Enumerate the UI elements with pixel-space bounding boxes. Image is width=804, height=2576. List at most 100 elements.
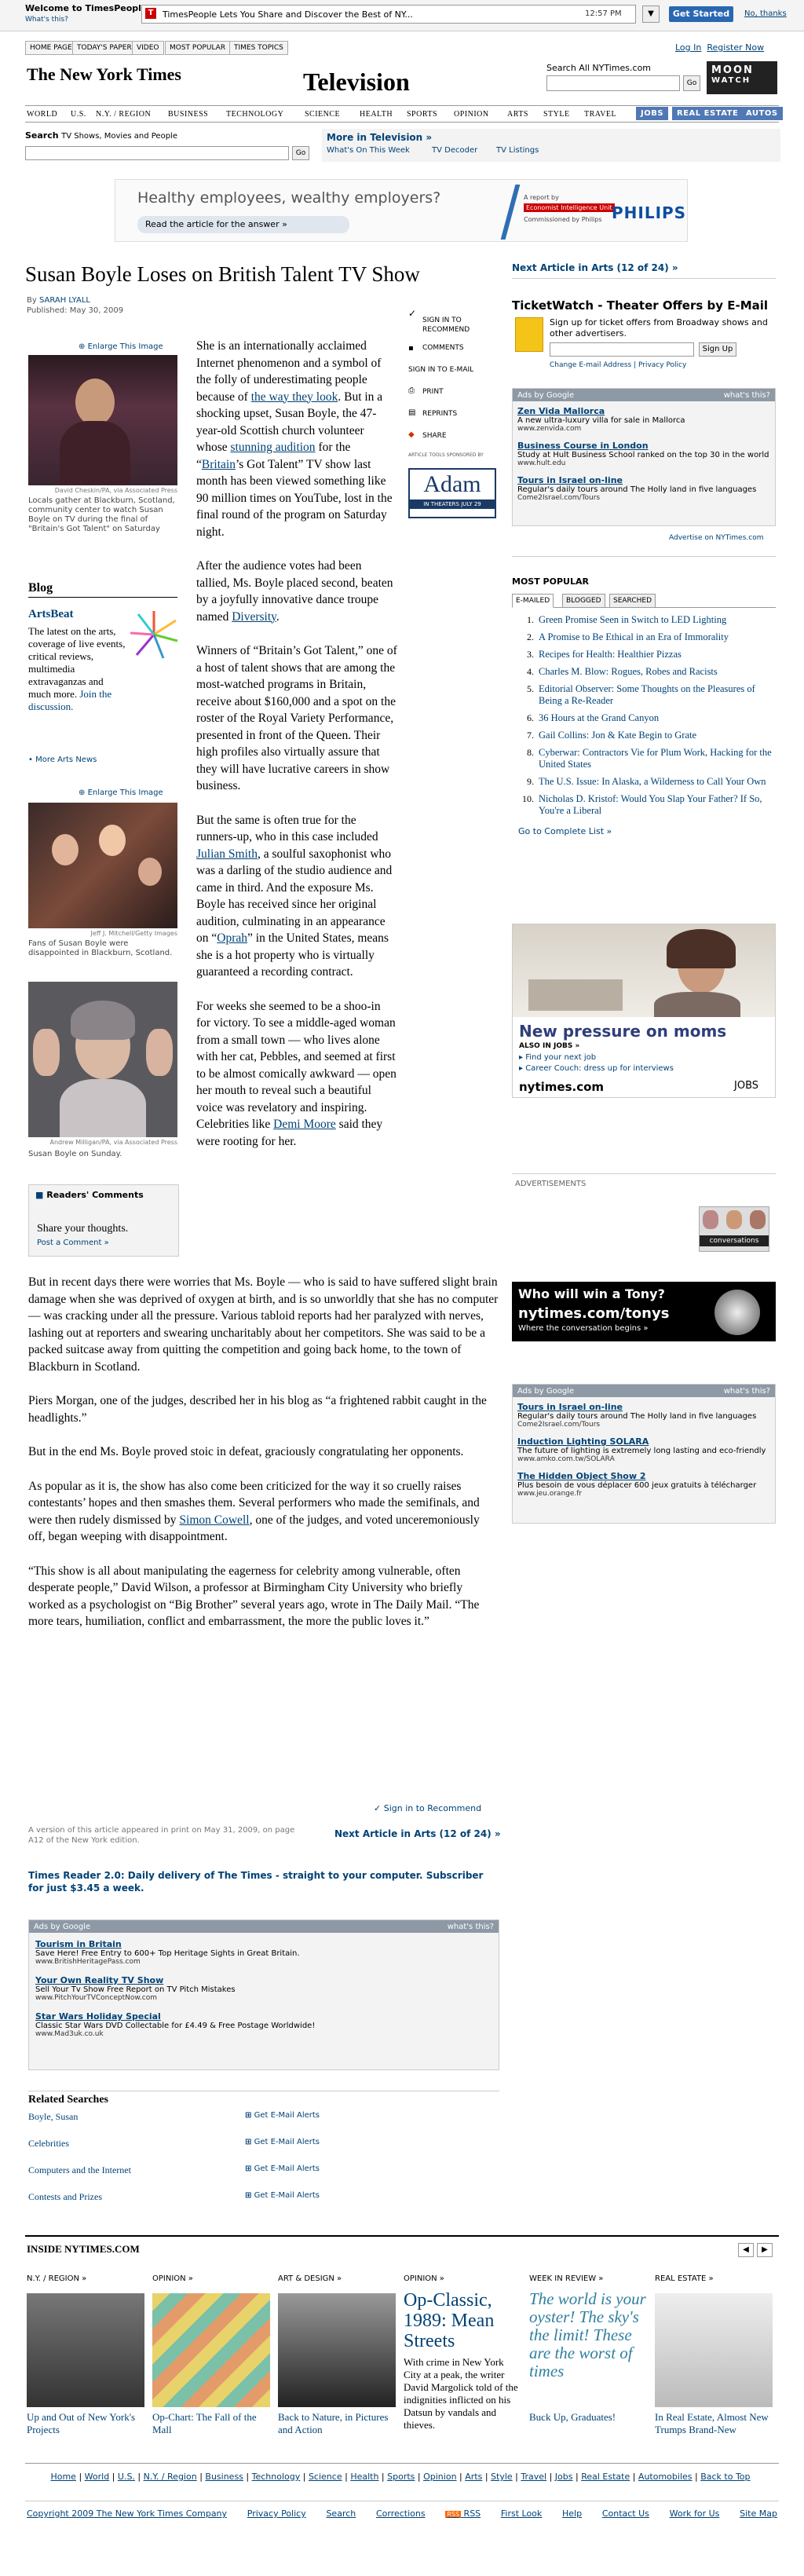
right-ad-1[interactable]: Zen Vida Mallorca A new ultra-luxury vill… (517, 406, 770, 433)
bottom-ad-2[interactable]: Your Own Reality TV Show Sell Your Tv Sho… (35, 1975, 492, 2002)
whats-this-link[interactable]: what's this? (724, 1387, 770, 1396)
inside-image-3[interactable] (278, 2293, 396, 2407)
related-item-1[interactable]: Boyle, Susan (28, 2111, 245, 2123)
footer-science[interactable]: Science (309, 2472, 342, 2482)
right-ad2-2-title[interactable]: Induction Lighting SOLARA (517, 1436, 770, 1447)
tab-home-page[interactable]: HOME PAGE (25, 41, 77, 55)
footer-travel[interactable]: Travel (521, 2472, 546, 2482)
mp-link-8[interactable]: Cyberwar: Contractors Vie for Plum Work,… (539, 747, 774, 770)
footer-world[interactable]: World (85, 2472, 110, 2482)
complete-list-link[interactable]: Go to Complete List » (512, 826, 776, 836)
nyt-logo[interactable]: The New York Times (27, 64, 181, 85)
footer-health[interactable]: Health (350, 2472, 378, 2482)
tool-comments[interactable]: COMMENTS (422, 344, 464, 352)
footer-ny-region[interactable]: N.Y. / Region (144, 2472, 197, 2482)
mp-link-4[interactable]: Charles M. Blow: Rogues, Robes and Racis… (539, 666, 774, 678)
mp-link-7[interactable]: Gail Collins: Jon & Kate Begin to Grate (539, 730, 774, 741)
advertise-link[interactable]: Advertise on NYTimes.com (669, 534, 764, 542)
right-ad-1-title[interactable]: Zen Vida Mallorca (517, 406, 770, 416)
footer-technology[interactable]: Technology (252, 2472, 301, 2482)
tv-listings[interactable]: TV Listings (496, 146, 539, 155)
inside-head-3[interactable]: Back to Nature, in Pictures and Action (278, 2411, 396, 2436)
no-thanks-link[interactable]: No, thanks (744, 9, 787, 18)
tony-ad[interactable]: Who will win a Tony? nytimes.com/tonys W… (512, 1282, 776, 1341)
footer-arts[interactable]: Arts (465, 2472, 482, 2482)
link-demi-moore[interactable]: Demi Moore (273, 1118, 336, 1131)
tool-share[interactable]: SHARE (422, 432, 447, 440)
bottom-ad-3-title[interactable]: Star Wars Holiday Special (35, 2011, 492, 2022)
footer-copyright[interactable]: Copyright 2009 The New York Times Compan… (27, 2508, 227, 2519)
ticketwatch-email-input[interactable] (550, 342, 694, 357)
bottom-ad-1-title[interactable]: Tourism in Britain (35, 1939, 492, 1949)
footer-automobiles[interactable]: Automobiles (638, 2472, 693, 2482)
nav-jobs[interactable]: JOBS (636, 107, 669, 120)
inside-sec-3[interactable]: ART & DESIGN » (278, 2274, 342, 2283)
right-ad-2[interactable]: Business Course in London Study at Hult B… (517, 441, 770, 467)
mp-link-10[interactable]: Nicholas D. Kristof: Would You Slap Your… (539, 793, 774, 817)
nav-world[interactable]: WORLD (27, 110, 57, 119)
bottom-ad-2-title[interactable]: Your Own Reality TV Show (35, 1975, 492, 1985)
footer-search[interactable]: Search (326, 2508, 356, 2519)
nav-ny-region[interactable]: N.Y. / REGION (96, 110, 151, 119)
search-go-button[interactable]: Go (683, 75, 700, 91)
link-simon-cowell[interactable]: Simon Cowell (179, 1513, 249, 1527)
tool-sign-in-recommend[interactable]: SIGN IN TO RECOMMEND (422, 316, 493, 335)
footer-contact[interactable]: Contact Us (602, 2508, 649, 2519)
ticketwatch-signup-button[interactable]: Sign Up (699, 342, 736, 357)
right-ad-3[interactable]: Tours in Israel on-line Regular's daily t… (517, 475, 770, 502)
times-reader-link[interactable]: Times Reader 2.0: Daily delivery of The … (28, 1869, 499, 1894)
nav-science[interactable]: SCIENCE (305, 110, 340, 119)
adam-ad[interactable]: Adam IN THEATERS JULY 29 (408, 468, 496, 518)
jobs-ad[interactable]: New pressure on moms ALSO IN JOBS » ▸ Fi… (512, 924, 776, 1098)
inside-sec-6[interactable]: REAL ESTATE » (655, 2274, 714, 2283)
right-ad2-3[interactable]: The Hidden Object Show 2 Plus besoin de v… (517, 1471, 770, 1498)
link-stunning-audition[interactable]: stunning audition (230, 441, 315, 454)
tool-sign-in-email[interactable]: SIGN IN TO E-MAIL (408, 366, 473, 374)
inside-head-5[interactable]: Buck Up, Graduates! (529, 2411, 647, 2424)
more-in-television-link[interactable]: More in Television » (327, 132, 432, 143)
login-link[interactable]: Log In (675, 42, 701, 53)
enlarge-image-link-1[interactable]: ⊕ Enlarge This Image (79, 342, 163, 351)
bottom-ad-1[interactable]: Tourism in Britain Save Here! Free Entry … (35, 1939, 492, 1966)
footer-work-for-us[interactable]: Work for Us (670, 2508, 720, 2519)
chevron-down-icon[interactable]: ▼ (642, 5, 660, 23)
footer-jobs[interactable]: Jobs (555, 2472, 573, 2482)
footer-us[interactable]: U.S. (118, 2472, 135, 2482)
nav-sports[interactable]: SPORTS (407, 110, 437, 119)
nav-us[interactable]: U.S. (71, 110, 86, 119)
right-next-article-link[interactable]: Next Article in Arts (12 of 24) » (512, 262, 678, 273)
nav-autos[interactable]: AUTOS (741, 107, 783, 120)
inside-head-6[interactable]: In Real Estate, Almost New Trumps Brand-… (655, 2411, 773, 2436)
link-diversity[interactable]: Diversity (232, 610, 276, 624)
nav-technology[interactable]: TECHNOLOGY (226, 110, 283, 119)
tab-most-popular[interactable]: MOST POPULAR (165, 41, 231, 55)
tool-reprints[interactable]: REPRINTS (422, 410, 457, 418)
inside-big-5[interactable]: The world is your oyster! The sky's the … (529, 2290, 647, 2380)
right-ad2-2[interactable]: Induction Lighting SOLARA The future of l… (517, 1436, 770, 1463)
link-julian-smith[interactable]: Julian Smith (196, 847, 258, 861)
timespeople-whats-this[interactable]: What's this? (25, 16, 68, 24)
article-photo-1[interactable] (28, 355, 177, 485)
right-ad2-1[interactable]: Tours in Israel on-line Regular's daily t… (517, 1402, 770, 1429)
enlarge-image-link-2[interactable]: ⊕ Enlarge This Image (79, 789, 163, 797)
bottom-ad-3[interactable]: Star Wars Holiday Special Classic Star Wa… (35, 2011, 492, 2038)
related-item-2[interactable]: Celebrities (28, 2138, 245, 2150)
tv-search-go-button[interactable]: Go (292, 146, 309, 160)
footer-first-look[interactable]: First Look (501, 2508, 542, 2519)
banner-cta-button[interactable]: Read the article for the answer » (137, 216, 349, 233)
nav-business[interactable]: BUSINESS (168, 110, 208, 119)
whats-this-link[interactable]: what's this? (724, 391, 770, 400)
inside-prev-button[interactable]: ◀ (738, 2243, 754, 2257)
inside-sec-1[interactable]: N.Y. / REGION » (27, 2274, 86, 2283)
timespeople-message[interactable]: TimesPeople Lets You Share and Discover … (141, 5, 636, 24)
footer-rss[interactable]: RSS RSS (445, 2508, 481, 2519)
inside-image-1[interactable] (27, 2293, 144, 2407)
inside-sec-2[interactable]: OPINION » (152, 2274, 193, 2283)
footer-real-estate[interactable]: Real Estate (581, 2472, 630, 2482)
mp-link-1[interactable]: Green Promise Seen in Switch to LED Ligh… (539, 614, 774, 626)
footer-style[interactable]: Style (491, 2472, 513, 2482)
footer-home[interactable]: Home (50, 2472, 75, 2482)
email-alert-3[interactable]: ⊞ Get E-Mail Alerts (245, 2164, 323, 2173)
tab-video[interactable]: VIDEO (132, 41, 164, 55)
register-link[interactable]: Register Now (707, 42, 764, 53)
